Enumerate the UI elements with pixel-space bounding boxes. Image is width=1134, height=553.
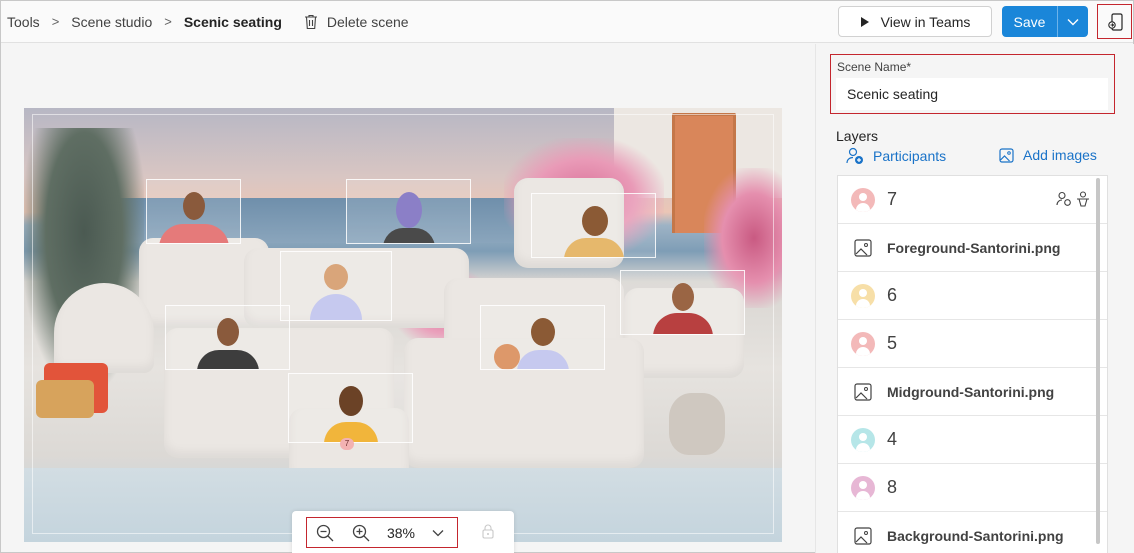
participant-settings-icon[interactable] bbox=[1056, 191, 1072, 207]
layer-row[interactable]: 7 bbox=[838, 176, 1107, 224]
layer-row[interactable]: Midground-Santorini.png bbox=[838, 368, 1107, 416]
scene-name-input[interactable] bbox=[836, 78, 1108, 110]
breadcrumb-separator: > bbox=[51, 14, 60, 29]
seat-number-badge: 7 bbox=[340, 438, 354, 450]
save-split-button: Save bbox=[1002, 6, 1088, 37]
layer-label: 6 bbox=[887, 285, 898, 305]
layer-row[interactable]: Background-Santorini.png bbox=[838, 512, 1107, 553]
zoom-controls: 38% bbox=[306, 517, 458, 548]
breadcrumb-current-scene: Scenic seating bbox=[183, 13, 282, 30]
lock-icon bbox=[482, 524, 494, 539]
participant-avatar bbox=[651, 283, 715, 334]
zoom-level: 38% bbox=[386, 524, 416, 541]
participant-seat[interactable] bbox=[346, 179, 471, 244]
zoom-in-button[interactable] bbox=[343, 518, 379, 547]
zoom-dropdown-button[interactable] bbox=[423, 518, 453, 547]
add-participants-button[interactable]: Participants bbox=[846, 147, 946, 165]
participant-avatar bbox=[158, 192, 229, 243]
zoom-out-icon bbox=[316, 524, 334, 541]
delete-scene-label: Delete scene bbox=[326, 13, 409, 30]
breadcrumb-scene-studio[interactable]: Scene studio bbox=[71, 14, 152, 30]
participant-avatar-icon bbox=[851, 427, 875, 452]
delete-scene-button[interactable]: Delete scene bbox=[304, 14, 409, 30]
chevron-down-icon bbox=[432, 529, 444, 536]
participant-seat[interactable] bbox=[165, 305, 290, 370]
layer-list-scrollbar[interactable] bbox=[1094, 176, 1102, 546]
play-icon bbox=[860, 16, 869, 27]
participant-seat[interactable] bbox=[531, 193, 656, 258]
participant-avatar bbox=[195, 318, 261, 369]
breadcrumb-tools[interactable]: Tools bbox=[7, 14, 40, 30]
lock-button[interactable] bbox=[482, 524, 494, 544]
scene-name-group: Scene Name* bbox=[830, 54, 1115, 114]
save-dropdown-button[interactable] bbox=[1058, 6, 1088, 37]
layer-row[interactable]: 6 bbox=[838, 272, 1107, 320]
layer-label: 4 bbox=[887, 429, 898, 449]
layer-label: Background-Santorini.png bbox=[887, 527, 1064, 544]
layer-label: 8 bbox=[887, 477, 898, 497]
layer-row[interactable]: 4 bbox=[838, 416, 1107, 464]
view-in-teams-button[interactable]: View in Teams bbox=[838, 6, 992, 37]
image-icon bbox=[854, 382, 872, 401]
participant-seat[interactable] bbox=[288, 373, 413, 443]
participant-avatar bbox=[379, 192, 439, 243]
toggle-panel-button[interactable] bbox=[1097, 4, 1132, 39]
layer-label: Midground-Santorini.png bbox=[887, 383, 1055, 400]
zoom-in-icon bbox=[352, 524, 370, 541]
participant-avatar bbox=[308, 264, 364, 320]
scene-name-label: Scene Name* bbox=[837, 60, 912, 74]
layer-row[interactable]: Foreground-Santorini.png bbox=[838, 224, 1107, 272]
participant-seat[interactable] bbox=[146, 179, 241, 244]
panel-exit-icon bbox=[1107, 12, 1123, 31]
add-person-icon bbox=[846, 147, 863, 164]
participant-avatar bbox=[322, 386, 380, 442]
layer-list: 7 Foreground-Santorini.png 6 5 Midground… bbox=[837, 175, 1108, 553]
participant-seat[interactable] bbox=[620, 270, 745, 335]
scene-canvas[interactable]: 7 bbox=[24, 108, 782, 542]
layer-row[interactable]: 5 bbox=[838, 320, 1107, 368]
layer-label: Foreground-Santorini.png bbox=[887, 239, 1061, 256]
participant-seat[interactable] bbox=[480, 305, 605, 370]
participant-position-icon[interactable] bbox=[1075, 191, 1091, 207]
layers-heading: Layers bbox=[836, 128, 879, 144]
participant-avatar bbox=[513, 318, 573, 369]
add-images-button[interactable]: Add images bbox=[999, 147, 1097, 163]
participant-avatar-icon bbox=[851, 187, 875, 212]
layer-label: 7 bbox=[887, 189, 898, 209]
breadcrumb-separator: > bbox=[164, 14, 172, 29]
participant-avatar-icon bbox=[851, 283, 875, 308]
scrollbar-thumb[interactable] bbox=[1096, 178, 1100, 544]
participant-avatar-icon bbox=[851, 475, 875, 500]
save-button[interactable]: Save bbox=[1002, 6, 1057, 37]
zoom-out-button[interactable] bbox=[307, 518, 343, 547]
image-icon bbox=[854, 238, 872, 257]
participants-label: Participants bbox=[873, 148, 947, 164]
participant-seat[interactable] bbox=[280, 251, 392, 321]
row-actions bbox=[1056, 191, 1091, 207]
trash-icon bbox=[304, 14, 317, 29]
zoom-toolbar: 38% bbox=[292, 511, 514, 553]
image-icon bbox=[854, 526, 872, 545]
image-icon bbox=[999, 147, 1014, 163]
breadcrumb: Tools > Scene studio > Scenic seating bbox=[7, 14, 282, 30]
chevron-down-icon bbox=[1067, 18, 1079, 25]
layer-row[interactable]: 8 bbox=[838, 464, 1107, 512]
view-in-teams-label: View in Teams bbox=[880, 13, 971, 30]
layer-label: 5 bbox=[887, 333, 898, 353]
add-images-label: Add images bbox=[1023, 147, 1097, 163]
participant-avatar bbox=[562, 206, 626, 257]
participant-avatar-icon bbox=[851, 331, 875, 356]
properties-panel: Scene Name* Layers Participants Add imag… bbox=[815, 44, 1134, 553]
